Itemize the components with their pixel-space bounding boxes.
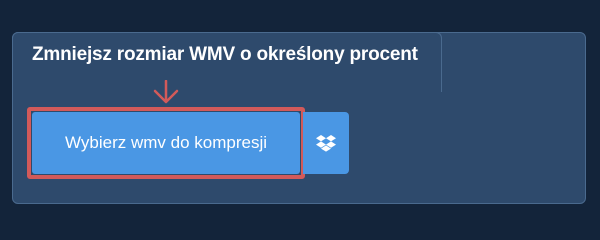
- page-title: Zmniejsz rozmiar WMV o określony procent: [32, 44, 418, 65]
- choose-file-button[interactable]: Wybierz wmv do kompresji: [32, 112, 300, 174]
- arrow-down-icon: [153, 80, 179, 104]
- dropbox-icon: [316, 135, 336, 152]
- tab-joint: [13, 60, 441, 100]
- choose-file-label: Wybierz wmv do kompresji: [65, 133, 267, 152]
- dropbox-button[interactable]: [303, 112, 349, 174]
